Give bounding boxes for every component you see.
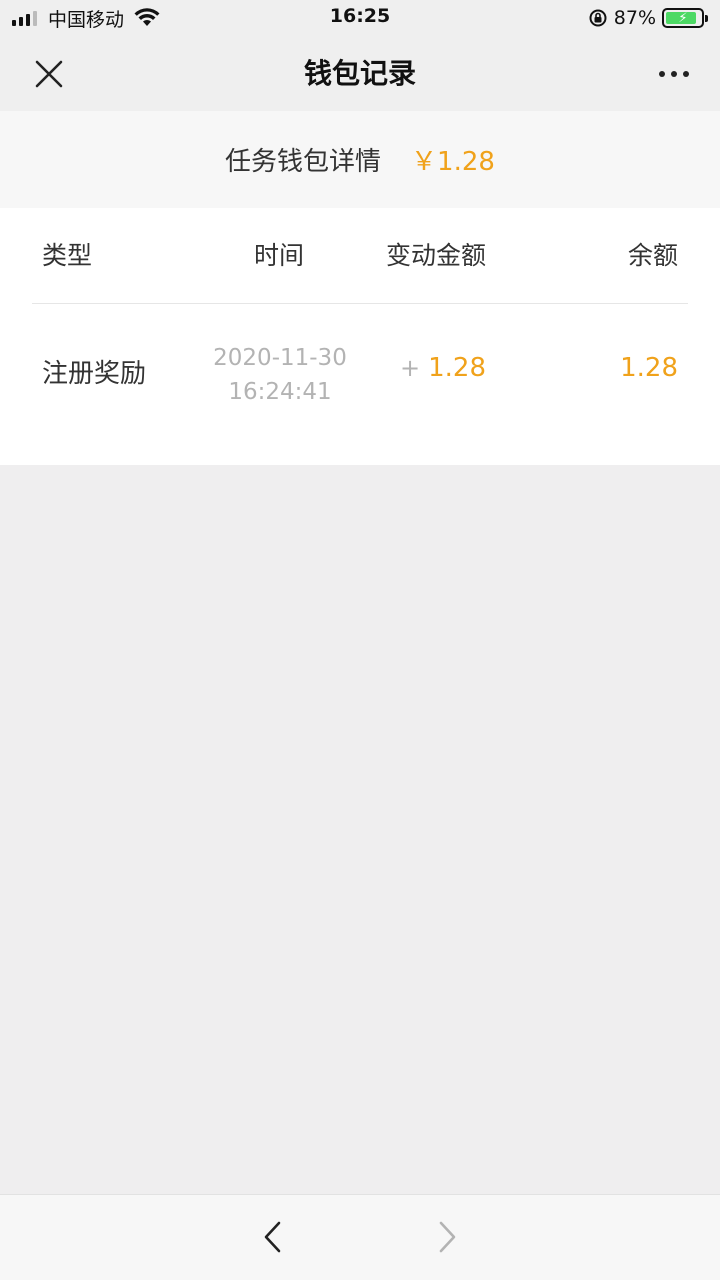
records-table: 类型 时间 变动金额 余额 注册奖励 2020-11-30 16:24:41 +…	[0, 208, 720, 465]
nav-bar: 钱包记录	[0, 36, 720, 111]
bottom-toolbar	[0, 1194, 720, 1280]
more-button[interactable]	[654, 56, 694, 92]
battery-percent: 87%	[613, 7, 656, 29]
row-change: +1.28	[400, 353, 486, 383]
header-type: 类型	[42, 241, 93, 270]
table-header: 类型 时间 变动金额 余额	[32, 208, 688, 304]
wallet-summary: 任务钱包详情 ￥1.28	[0, 111, 720, 208]
header-change: 变动金额	[386, 241, 487, 270]
row-time: 16:24:41	[228, 379, 332, 405]
battery-icon: ⚡	[662, 8, 708, 28]
charging-bolt-icon: ⚡	[678, 10, 688, 26]
status-right: 87% ⚡	[588, 6, 708, 30]
forward-button[interactable]	[428, 1217, 468, 1257]
header-balance: 余额	[627, 241, 678, 270]
row-change-amount: 1.28	[428, 353, 486, 383]
status-bar: 中国移动 16:25 87% ⚡	[0, 0, 720, 36]
row-balance: 1.28	[620, 353, 678, 383]
more-icon	[659, 71, 665, 77]
orientation-lock-icon	[589, 9, 607, 27]
chevron-right-icon	[439, 1221, 456, 1253]
row-date: 2020-11-30	[213, 345, 347, 371]
page-title: 钱包记录	[303, 57, 416, 90]
chevron-left-icon	[264, 1221, 281, 1253]
summary-label: 任务钱包详情	[225, 147, 382, 177]
header-time: 时间	[254, 241, 305, 270]
row-datetime: 2020-11-30 16:24:41	[200, 341, 360, 409]
summary-amount: ￥1.28	[411, 147, 495, 177]
table-row: 注册奖励 2020-11-30 16:24:41 +1.28 1.28	[0, 305, 720, 465]
row-type: 注册奖励	[42, 359, 147, 389]
back-button[interactable]	[252, 1217, 292, 1257]
row-change-sign: +	[400, 354, 421, 382]
